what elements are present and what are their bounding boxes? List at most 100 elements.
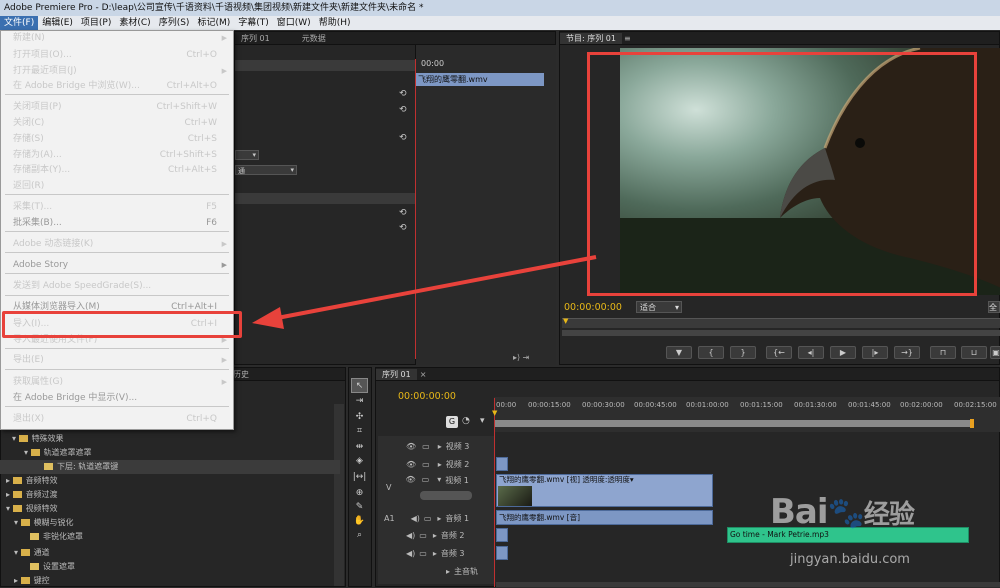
menu-marker[interactable]: 标记(M) — [193, 16, 234, 30]
menu-project[interactable]: 项目(P) — [77, 16, 115, 30]
rate-stretch-tool-icon[interactable]: ⇹ — [351, 440, 368, 455]
tree-item[interactable]: ▾ 模糊与锐化 — [0, 516, 340, 530]
clip-a2-small[interactable] — [496, 528, 508, 542]
file-menu-item[interactable]: 打开最近项目(J) ▶ — [1, 63, 233, 79]
file-menu-item[interactable]: 存储副本(Y)... Ctrl+Alt+S — [1, 162, 233, 178]
file-menu-item[interactable]: 采集(T)... F5 — [1, 199, 233, 215]
tab-timeline-sequence[interactable]: 序列 01 — [376, 368, 417, 380]
speaker-icon[interactable]: ◀) — [406, 531, 415, 540]
snap-icon[interactable]: G — [446, 416, 458, 428]
tree-item[interactable]: ▸ 键控 — [0, 574, 340, 588]
expand-arrow-icon[interactable]: ▸ — [446, 567, 450, 576]
tree-item[interactable]: 下层: 轨道遮罩键 — [0, 460, 340, 474]
file-menu-item[interactable]: 导出(E) ▶ — [1, 352, 233, 368]
file-menu-item[interactable]: 存储(S) Ctrl+S — [1, 131, 233, 147]
clip-v2-small[interactable] — [496, 457, 508, 471]
program-zoom-bar[interactable] — [562, 330, 1000, 336]
tree-item[interactable]: ▾ 通道 — [0, 546, 340, 560]
eye-icon[interactable]: 👁 — [406, 460, 416, 469]
lift-button[interactable]: ⊓ — [930, 346, 956, 359]
track-audio-3[interactable]: ◀) ▭ ▸ 音频 3 — [378, 546, 498, 560]
ec-footer-icons[interactable]: ▸⟩ ⇥ — [513, 353, 529, 362]
tab-sequence-source[interactable]: 序列 01 — [235, 33, 276, 44]
menu-title[interactable]: 字幕(T) — [234, 16, 273, 30]
track-video-3[interactable]: 👁 ▭ ▸ 视频 3 — [378, 439, 498, 453]
expand-arrow-icon[interactable]: ▸ — [433, 549, 437, 558]
go-to-out-button[interactable]: →} — [894, 346, 920, 359]
resolution-dropdown[interactable]: 全 — [988, 301, 1000, 313]
mark-in-button[interactable]: { — [698, 346, 724, 359]
zoom-dropdown[interactable]: 适合 ▾ — [636, 301, 682, 313]
tree-item[interactable]: ▾ 特殊效果 — [0, 432, 340, 446]
step-forward-button[interactable]: |▸ — [862, 346, 888, 359]
ec-dropdown-2[interactable]: 通 ▾ — [235, 165, 297, 175]
track-master[interactable]: ▸ 主音轨 — [378, 564, 498, 578]
menu-help[interactable]: 帮助(H) — [315, 16, 355, 30]
file-menu-item[interactable]: 返回(R) — [1, 178, 233, 194]
expand-arrow-icon[interactable]: ▸ — [438, 442, 442, 451]
tab-metadata[interactable]: 元数据 — [296, 33, 332, 44]
rolling-edit-tool-icon[interactable]: ⌗ — [351, 424, 368, 439]
pen-tool-icon[interactable]: ✎ — [351, 500, 368, 515]
lock-icon[interactable]: ▭ — [422, 442, 430, 451]
panel-menu-icon[interactable]: ≡ — [624, 34, 631, 43]
slip-tool-icon[interactable]: |↔| — [351, 470, 368, 485]
reset-icon[interactable]: ⟲ — [399, 208, 407, 218]
reset-icon[interactable]: ⟲ — [399, 223, 407, 233]
file-menu-item[interactable]: 退出(X) Ctrl+Q — [1, 411, 233, 427]
track-video-2[interactable]: 👁 ▭ ▸ 视频 2 — [378, 457, 498, 471]
go-to-in-button[interactable]: {← — [766, 346, 792, 359]
file-menu-item[interactable]: 在 Adobe Bridge 中浏览(W)... Ctrl+Alt+O — [1, 78, 233, 94]
eye-icon[interactable]: 👁 — [405, 475, 415, 484]
work-area-bar[interactable] — [494, 420, 972, 427]
mark-out-button[interactable]: } — [730, 346, 756, 359]
tree-item[interactable]: 非锐化遮罩 — [0, 530, 340, 544]
speaker-icon[interactable]: ◀) — [411, 514, 420, 523]
extract-button[interactable]: ⊔ — [961, 346, 987, 359]
add-marker-button[interactable]: ▼ — [666, 346, 692, 359]
reset-icon[interactable]: ⟲ — [399, 105, 407, 115]
menu-clip[interactable]: 素材(C) — [115, 16, 154, 30]
add-marker-icon[interactable]: ▾ — [480, 416, 485, 426]
tree-item[interactable]: ▾ 轨道遮罩遮罩 — [0, 446, 340, 460]
hand-tool-icon[interactable]: ✋ — [351, 514, 368, 529]
lock-icon[interactable]: ▭ — [422, 475, 430, 484]
file-menu-item[interactable]: 新建(N) ▶ — [1, 30, 233, 46]
lock-icon[interactable]: ▭ — [422, 460, 430, 469]
tab-program-sequence[interactable]: 节目: 序列 01 — [560, 32, 622, 44]
close-icon[interactable]: × — [420, 370, 427, 379]
menu-edit[interactable]: 编辑(E) — [38, 16, 77, 30]
tree-item[interactable]: ▸ 音频过渡 — [0, 488, 340, 502]
menu-file[interactable]: 文件(F) — [0, 16, 39, 30]
selection-tool-icon[interactable]: ↖ — [351, 378, 368, 393]
playhead-handle-icon[interactable]: ▼ — [492, 409, 497, 417]
reset-icon[interactable]: ⟲ — [399, 133, 407, 143]
lock-icon[interactable]: ▭ — [419, 549, 427, 558]
timeline-hscroll[interactable] — [496, 582, 1000, 587]
file-menu-item[interactable]: 获取属性(G) ▶ — [1, 374, 233, 390]
speaker-icon[interactable]: ◀) — [406, 549, 415, 558]
keyframe-nav[interactable] — [420, 491, 472, 500]
expand-arrow-icon[interactable]: ▸ — [437, 514, 441, 523]
menu-window[interactable]: 窗口(W) — [273, 16, 315, 30]
video-clip[interactable]: 飞翔的鹰零翻.wmv [视] 透明度:透明度▾ — [496, 474, 713, 507]
file-menu-item[interactable]: Adobe 动态链接(K) ▶ — [1, 236, 233, 252]
track-audio-1[interactable]: A1 ◀) ▭ ▸ 音频 1 — [378, 511, 498, 525]
play-button[interactable]: ▶ — [830, 346, 856, 359]
linked-selection-icon[interactable]: ◔ — [462, 416, 470, 426]
menu-sequence[interactable]: 序列(S) — [155, 16, 194, 30]
expand-arrow-icon[interactable]: ▾ — [437, 475, 441, 484]
tree-item[interactable]: 设置遮罩 — [0, 560, 340, 574]
timeline-timecode[interactable]: 00:00:00:00 — [398, 391, 456, 402]
expand-arrow-icon[interactable]: ▸ — [433, 531, 437, 540]
tree-item[interactable]: ▸ 音频特效 — [0, 474, 340, 488]
ec-dropdown-1[interactable]: ▾ — [235, 150, 259, 160]
track-audio-2[interactable]: ◀) ▭ ▸ 音频 2 — [378, 528, 498, 542]
file-menu-item[interactable]: 发送到 Adobe SpeedGrade(S)... — [1, 278, 233, 294]
file-menu-item[interactable]: 存储为(A)... Ctrl+Shift+S — [1, 147, 233, 163]
zoom-tool-icon[interactable]: ⌕ — [351, 528, 368, 543]
file-menu-item[interactable]: 打开项目(O)... Ctrl+O — [1, 47, 233, 63]
work-area-end-icon[interactable] — [970, 419, 974, 428]
program-scrubber[interactable] — [562, 318, 1000, 328]
razor-tool-icon[interactable]: ◈ — [351, 454, 368, 469]
